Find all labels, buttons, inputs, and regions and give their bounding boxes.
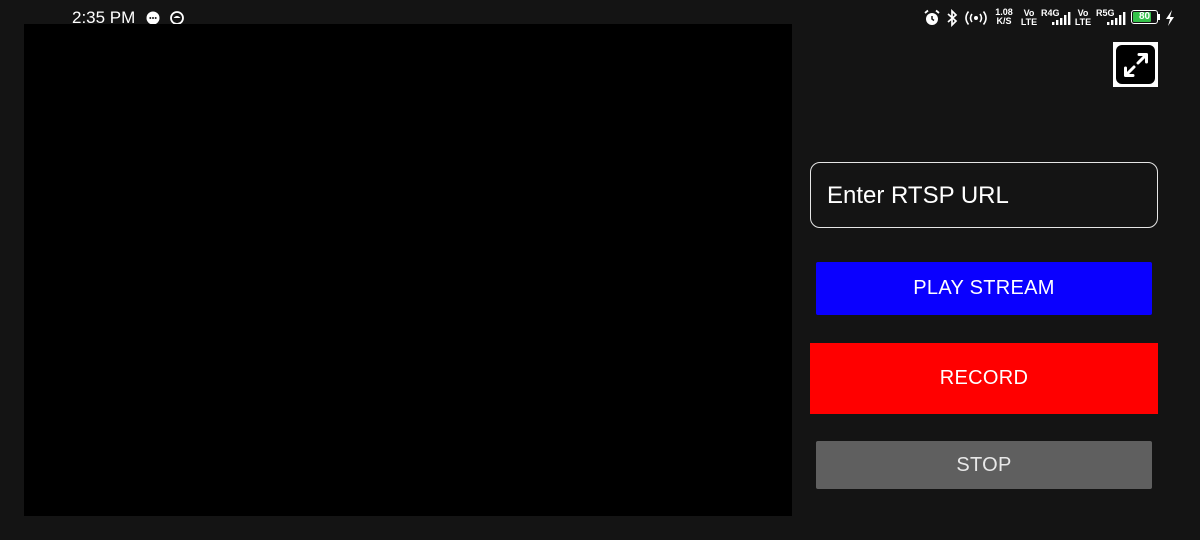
video-player-surface[interactable] [24, 24, 792, 516]
record-label: RECORD [939, 367, 1029, 389]
stop-label: STOP [956, 453, 1012, 476]
play-stream-button[interactable]: PLAY STREAM [816, 262, 1152, 315]
sim1-lte: LTE [1020, 17, 1038, 27]
play-stream-label: PLAY STREAM [913, 277, 1055, 299]
sim2-volte: Vo LTE [1074, 9, 1092, 27]
sim2-lte: LTE [1074, 17, 1092, 27]
expand-arrows-icon [1116, 45, 1155, 84]
record-button[interactable]: RECORD [810, 343, 1158, 414]
signal-icon [1051, 11, 1071, 31]
battery-tip [1158, 14, 1160, 20]
hotspot-icon [964, 9, 988, 32]
sim1-volte: Vo LTE [1020, 9, 1038, 27]
battery-level: 80 [1138, 11, 1151, 22]
alarm-icon [923, 9, 941, 32]
fullscreen-button[interactable] [1113, 42, 1158, 87]
signal-icon [1106, 11, 1126, 31]
stop-button[interactable]: STOP [816, 441, 1152, 489]
rtsp-url-field[interactable] [810, 162, 1158, 228]
battery-icon: 80 [1131, 10, 1158, 24]
bluetooth-icon [946, 8, 958, 32]
rtsp-url-input[interactable] [825, 163, 1149, 228]
charging-icon [1164, 9, 1176, 32]
net-speed-unit: K/S [996, 16, 1012, 26]
net-speed: 1.08 K/S [993, 8, 1015, 26]
